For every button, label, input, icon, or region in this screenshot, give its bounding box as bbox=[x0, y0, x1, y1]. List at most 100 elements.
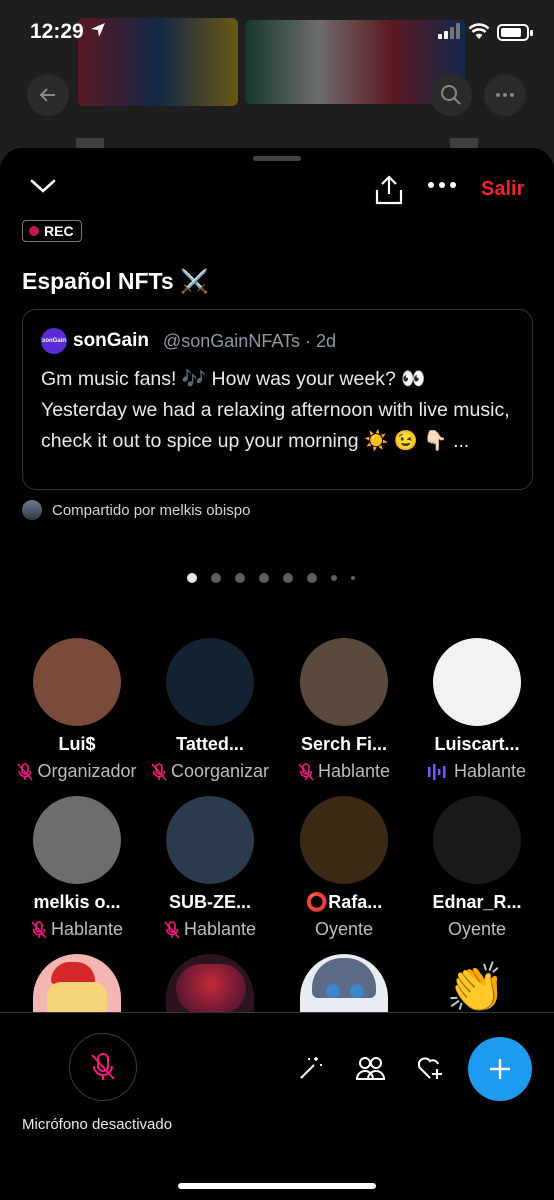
more-options-button[interactable] bbox=[428, 182, 456, 188]
participant-role: Hablante bbox=[10, 919, 144, 940]
page-dot[interactable] bbox=[283, 573, 293, 583]
page-dot[interactable] bbox=[235, 573, 245, 583]
pinned-tweet-card[interactable]: sonGain sonGain @sonGainNFATs · 2d Gm mu… bbox=[22, 309, 533, 490]
participant[interactable]: Lui$ Organizador bbox=[10, 638, 144, 782]
bottom-toolbar: Micrófono desactivado bbox=[0, 1012, 554, 1200]
recording-dot-icon bbox=[29, 226, 39, 236]
participant-role-label: Hablante bbox=[453, 761, 527, 781]
page-dot[interactable] bbox=[307, 573, 317, 583]
participant[interactable]: ⭕Rafa... Oyente bbox=[277, 796, 411, 940]
page-dot[interactable] bbox=[259, 573, 269, 583]
microphone-off-icon bbox=[298, 762, 314, 781]
page-indicator[interactable] bbox=[187, 573, 355, 583]
participant-peek[interactable] bbox=[166, 954, 254, 1014]
heart-plus-icon[interactable] bbox=[416, 1055, 444, 1081]
participant[interactable]: melkis o... Hablante bbox=[10, 796, 144, 940]
chevron-down-icon[interactable] bbox=[30, 178, 56, 194]
plus-icon bbox=[490, 1059, 510, 1079]
cellular-signal-icon bbox=[438, 23, 460, 39]
microphone-off-icon bbox=[17, 762, 34, 781]
participant-name: ⭕Rafa... bbox=[305, 892, 383, 912]
sharer-avatar bbox=[22, 500, 42, 520]
home-indicator[interactable] bbox=[178, 1183, 376, 1189]
participant[interactable]: Luiscart... Hablante bbox=[410, 638, 544, 782]
status-time: 12:29 bbox=[30, 20, 84, 43]
shared-by[interactable]: Compartido por melkis obispo bbox=[22, 500, 250, 520]
avatar-art bbox=[47, 982, 107, 1014]
shared-by-label: Compartido por melkis obispo bbox=[52, 501, 251, 519]
people-icon[interactable] bbox=[355, 1055, 385, 1081]
participant-peek[interactable] bbox=[33, 954, 121, 1014]
more-dot bbox=[450, 182, 456, 188]
participant-avatar[interactable] bbox=[33, 796, 121, 884]
add-button[interactable] bbox=[468, 1037, 532, 1101]
magic-wand-icon[interactable] bbox=[298, 1055, 324, 1081]
avatar-art bbox=[326, 984, 340, 998]
sheet-grabber[interactable] bbox=[253, 156, 301, 161]
microphone-off-icon bbox=[151, 762, 167, 781]
participant-role-label: Oyente bbox=[314, 919, 374, 939]
participant[interactable]: Tatted... Coorganizar bbox=[143, 638, 277, 782]
battery-level bbox=[501, 28, 522, 37]
participant-role: Oyente bbox=[277, 919, 411, 940]
participant-role-label: Coorganizar bbox=[170, 761, 270, 781]
participant[interactable]: Serch Fi... Hablante bbox=[277, 638, 411, 782]
back-button[interactable] bbox=[27, 74, 69, 116]
participant-role: Oyente bbox=[410, 919, 544, 940]
header-more-button[interactable] bbox=[484, 74, 526, 116]
search-icon bbox=[441, 85, 461, 105]
participant[interactable]: SUB-ZE... Hablante bbox=[143, 796, 277, 940]
leave-space-button[interactable]: Salir bbox=[481, 178, 524, 201]
participant-name: Ednar_R... bbox=[432, 892, 522, 912]
microphone-off-icon bbox=[91, 1053, 115, 1080]
participant-name: SUB-ZE... bbox=[168, 892, 251, 912]
tweet-body: Gm music fans! 🎶 How was your week? 👀 Ye… bbox=[41, 368, 510, 452]
avatar-art bbox=[51, 962, 95, 984]
participant-role-label: Hablante bbox=[183, 919, 257, 939]
avatar-art bbox=[176, 964, 246, 1014]
participant-role-label: Oyente bbox=[447, 919, 507, 939]
location-arrow-icon bbox=[91, 23, 105, 37]
tweet-author-handle: @sonGainNFATs · 2d bbox=[163, 331, 337, 351]
page-dot[interactable] bbox=[187, 573, 197, 583]
more-dot bbox=[428, 182, 434, 188]
microphone-off-icon bbox=[164, 920, 180, 939]
participant-role: Hablante bbox=[143, 919, 277, 940]
recording-label: REC bbox=[44, 223, 74, 239]
clapping-hands-icon: 👏 bbox=[446, 960, 506, 1016]
participant-name: Luiscart... bbox=[434, 734, 520, 754]
share-icon[interactable] bbox=[373, 174, 405, 206]
participant[interactable]: Ednar_R... Oyente bbox=[410, 796, 544, 940]
speaking-bars-icon bbox=[427, 763, 446, 780]
space-title: Español NFTs ⚔️ bbox=[22, 268, 209, 294]
recording-badge: REC bbox=[22, 220, 82, 242]
page-dot[interactable] bbox=[211, 573, 221, 583]
microphone-status-label: Micrófono desactivado bbox=[22, 1116, 173, 1133]
search-button[interactable] bbox=[430, 74, 472, 116]
microphone-off-icon bbox=[31, 920, 47, 939]
avatar-art bbox=[350, 984, 364, 998]
participant-name: melkis o... bbox=[33, 892, 121, 912]
participant-avatar[interactable] bbox=[300, 796, 388, 884]
microphone-toggle-button[interactable] bbox=[69, 1033, 137, 1101]
participant-avatar[interactable] bbox=[433, 796, 521, 884]
wifi-icon bbox=[468, 23, 490, 39]
participant-avatar[interactable] bbox=[166, 638, 254, 726]
page-dot[interactable] bbox=[351, 576, 355, 580]
tweet-author-name[interactable]: sonGain bbox=[73, 330, 149, 352]
participant-avatar[interactable] bbox=[433, 638, 521, 726]
participant-role: Coorganizar bbox=[143, 761, 277, 782]
participant-avatar[interactable] bbox=[166, 796, 254, 884]
participant-peek[interactable] bbox=[300, 954, 388, 1014]
battery-icon bbox=[497, 24, 533, 41]
participant-role: Organizador bbox=[10, 761, 144, 782]
avatar-art bbox=[312, 958, 376, 998]
tweet-avatar[interactable]: sonGain bbox=[41, 328, 67, 354]
participant-role-label: Hablante bbox=[50, 919, 124, 939]
more-horizontal-icon bbox=[496, 93, 514, 97]
participant-avatar[interactable] bbox=[300, 638, 388, 726]
page-dot[interactable] bbox=[331, 575, 337, 581]
participant-name: Lui$ bbox=[58, 734, 96, 754]
participant-avatar[interactable] bbox=[33, 638, 121, 726]
participant-name: Serch Fi... bbox=[300, 734, 388, 754]
